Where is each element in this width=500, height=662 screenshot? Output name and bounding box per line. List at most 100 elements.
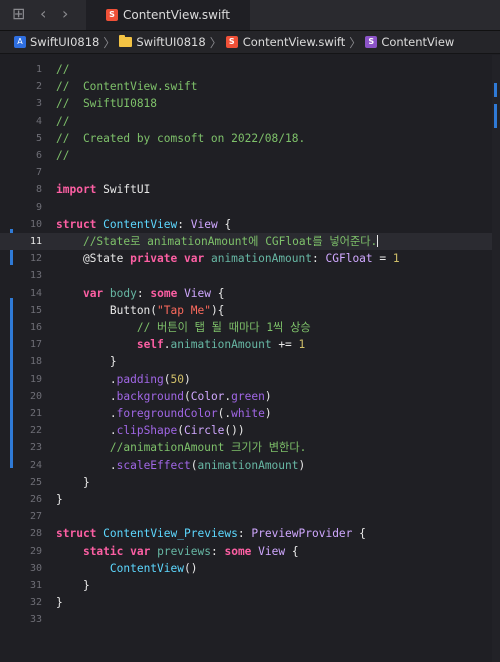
code-line[interactable]: 32} <box>0 594 492 611</box>
code-line[interactable]: 7 <box>0 164 492 181</box>
code-token: // 버튼이 탭 될 때마다 1씩 상승 <box>136 321 311 334</box>
code-token: //animationAmount 크기가 변한다. <box>109 441 307 455</box>
code-token: ContentView_Previews <box>103 527 238 541</box>
code-text: // 버튼이 탭 될 때마다 1씩 상승 <box>56 319 311 336</box>
code-line[interactable]: 24 .scaleEffect(animationAmount) <box>0 457 492 474</box>
code-line[interactable]: 18 } <box>0 353 492 370</box>
code-line[interactable]: 10 struct ContentView: View { <box>0 216 492 233</box>
code-line[interactable]: 1 // <box>0 61 492 78</box>
xcode-project-icon: A <box>14 36 26 48</box>
line-number: 12 <box>29 253 42 265</box>
code-token: padding <box>116 372 164 386</box>
line-number: 19 <box>29 373 42 385</box>
breadcrumb-file[interactable]: S ContentView.swift <box>225 35 345 49</box>
code-token: ) <box>298 458 306 472</box>
code-line[interactable]: 27 <box>0 508 492 525</box>
code-line[interactable]: 33 <box>0 611 492 628</box>
code-token: white <box>231 407 265 420</box>
breadcrumb-folder[interactable]: SwiftUI0818 <box>119 35 206 49</box>
code-editor[interactable]: 1 // 2 // ContentView.swift 3 // SwiftUI0818 4… <box>0 55 500 662</box>
code-token: scaleEffect <box>116 458 191 472</box>
code-line[interactable]: 25 } <box>0 474 492 491</box>
code-line[interactable]: 23 //animationAmount 크기가 변한다. <box>0 439 492 456</box>
code-line[interactable]: 8 import SwiftUI <box>0 181 492 198</box>
code-text: self.animationAmount += 1 <box>56 336 305 353</box>
breadcrumb-folder-label: SwiftUI0818 <box>136 35 206 49</box>
code-line[interactable]: 15 Button("Tap Me"){ <box>0 302 492 319</box>
code-line[interactable]: 26} <box>0 491 492 508</box>
code-line[interactable]: 16 // 버튼이 탭 될 때마다 1씩 상승 <box>0 319 492 336</box>
code-text: .foregroundColor(.white) <box>56 405 272 422</box>
code-token: // Created by comsoft on 2022/08/18. <box>56 131 306 145</box>
code-line[interactable]: 14 var body: some View { <box>0 285 492 302</box>
minimap-scrollbar[interactable] <box>492 55 500 662</box>
line-number: 1 <box>35 64 42 75</box>
line-number: 8 <box>35 184 42 196</box>
code-line[interactable]: 20 .background(Color.green) <box>0 388 492 405</box>
code-token: 1 <box>298 338 306 352</box>
code-line[interactable]: 21 .foregroundColor(.white) <box>0 405 492 422</box>
code-line[interactable]: 28 struct ContentView_Previews: PreviewPr… <box>0 525 492 542</box>
code-line[interactable]: 12 @State private var animationAmount: C… <box>0 250 492 267</box>
breadcrumb: A SwiftUI0818 〉 SwiftUI0818 〉 S ContentV… <box>0 31 500 54</box>
code-token: body <box>109 286 137 300</box>
line-number: 21 <box>29 408 42 419</box>
breadcrumb-project-label: SwiftUI0818 <box>30 35 100 49</box>
code-token: import <box>56 183 97 197</box>
line-number: 24 <box>29 459 42 471</box>
code-text: .padding(50) <box>56 371 191 388</box>
code-text: // <box>56 113 69 130</box>
code-token: ) <box>264 389 272 403</box>
code-token: previews <box>157 544 211 558</box>
grid-icon[interactable]: ⊞ <box>12 5 25 23</box>
code-line[interactable]: 31 } <box>0 577 492 594</box>
swift-file-icon: S <box>105 9 118 21</box>
code-line[interactable]: 17 self.animationAmount += 1 <box>0 336 492 353</box>
code-text: } <box>56 353 117 370</box>
code-text: static var previews: some View { <box>56 543 299 560</box>
code-line[interactable]: 6 // <box>0 147 492 164</box>
code-token: 1 <box>392 252 400 266</box>
code-line[interactable]: 9 <box>0 199 492 216</box>
code-token: . <box>56 424 117 438</box>
chevron-left-icon[interactable]: ‹ <box>40 5 46 23</box>
code-line[interactable]: 29 static var previews: some View { <box>0 543 492 560</box>
code-line[interactable]: 19 .padding(50) <box>0 371 492 388</box>
code-line[interactable]: 22 .clipShape(Circle()) <box>0 422 492 439</box>
code-line[interactable]: 30 ContentView() <box>0 560 492 577</box>
tab-content-view[interactable]: S ContentView.swift <box>86 0 250 30</box>
code-token: static <box>82 544 124 558</box>
code-line[interactable]: 11 //State로 animationAmount에 CGFloat를 넣어… <box>0 233 492 251</box>
code-token: private <box>130 252 178 266</box>
code-token: . <box>56 458 117 472</box>
code-token: ContentView <box>109 561 184 575</box>
breadcrumb-symbol[interactable]: S ContentView <box>365 35 454 49</box>
code-text: @State private var animationAmount: CGFl… <box>56 250 400 267</box>
code-token: some <box>150 286 178 300</box>
line-number: 20 <box>29 390 42 402</box>
code-text: // Created by comsoft on 2022/08/18. <box>56 130 305 147</box>
chevron-right-icon[interactable]: › <box>62 5 68 23</box>
code-token: () <box>183 561 198 575</box>
breadcrumb-project[interactable]: A SwiftUI0818 <box>14 35 99 49</box>
code-token: += <box>271 338 299 352</box>
code-line[interactable]: 13 <box>0 267 492 284</box>
line-number: 5 <box>35 132 42 144</box>
code-line[interactable]: 2 // ContentView.swift <box>0 78 492 95</box>
code-line[interactable]: 5 // Created by comsoft on 2022/08/18. <box>0 130 492 147</box>
code-token: var <box>184 252 205 266</box>
code-token: : <box>136 286 151 300</box>
code-line[interactable]: 3 // SwiftUI0818 <box>0 95 492 112</box>
code-token: } <box>56 596 63 610</box>
code-line[interactable]: 4 // <box>0 113 492 130</box>
scroll-change-marker <box>494 104 497 128</box>
tab-title: ContentView.swift <box>122 8 231 22</box>
code-token: : <box>312 252 326 266</box>
